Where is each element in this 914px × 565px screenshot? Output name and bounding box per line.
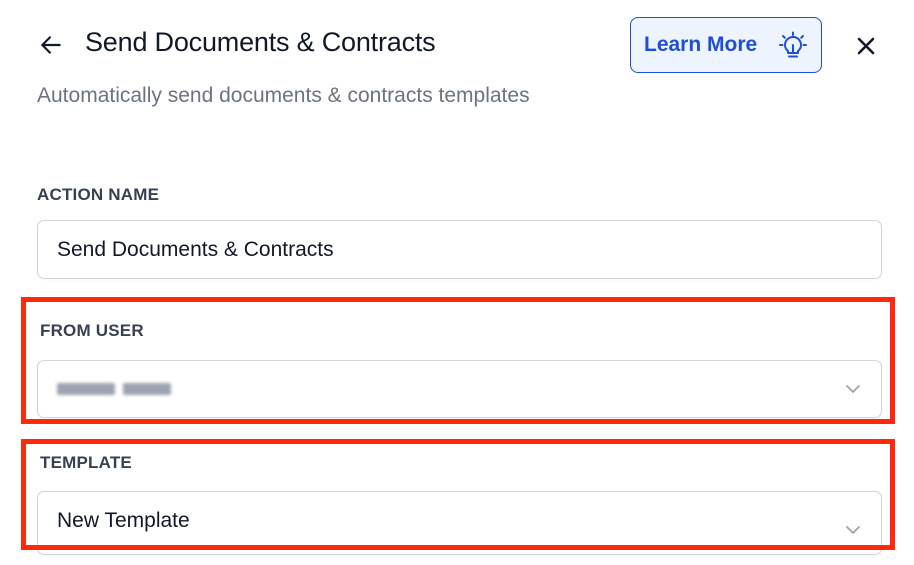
page-title: Send Documents & Contracts xyxy=(85,27,436,57)
action-name-input[interactable]: Send Documents & Contracts xyxy=(37,220,882,279)
action-name-label: ACTION NAME xyxy=(37,185,160,204)
close-icon xyxy=(857,37,875,55)
lightbulb-icon xyxy=(779,31,807,58)
from-user-highlight-box xyxy=(21,297,895,424)
template-highlight-box xyxy=(21,439,895,550)
learn-more-label: Learn More xyxy=(644,33,758,56)
page-subtitle: Automatically send documents & contracts… xyxy=(37,84,530,107)
send-documents-panel: Send Documents & Contracts Learn More Au… xyxy=(0,0,914,565)
back-button[interactable] xyxy=(36,30,66,60)
learn-more-button[interactable]: Learn More xyxy=(630,17,822,73)
arrow-left-icon xyxy=(41,36,61,54)
close-button[interactable] xyxy=(852,32,880,60)
